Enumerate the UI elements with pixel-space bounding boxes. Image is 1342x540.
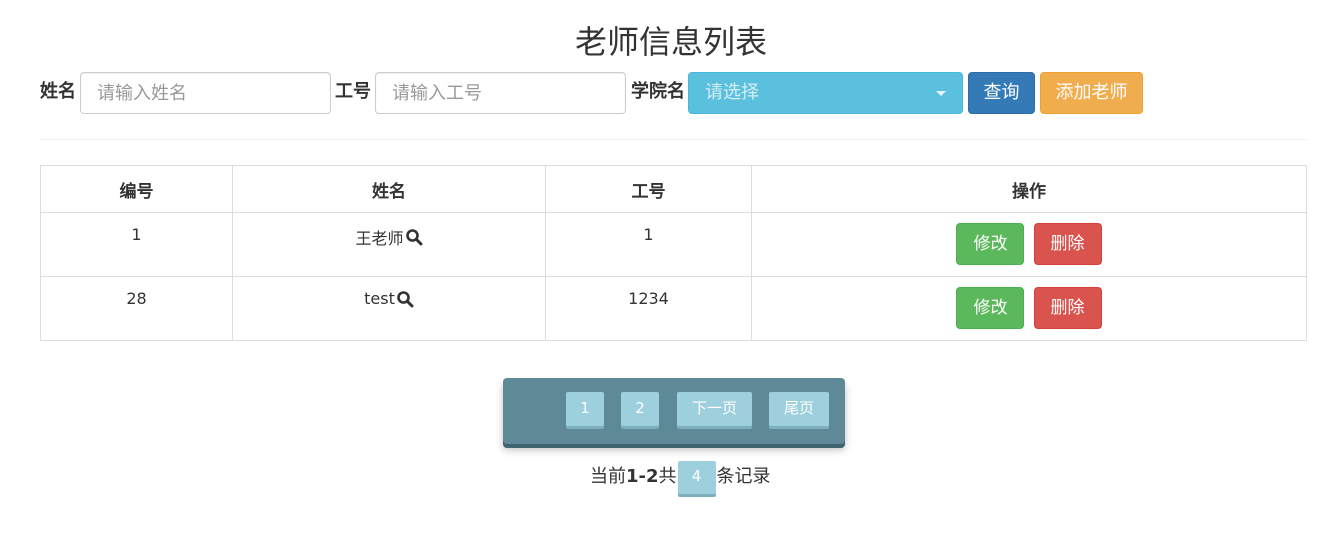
edit-button[interactable]: 修改 [956, 223, 1025, 265]
magnifier-icon[interactable] [405, 228, 423, 246]
teacher-name-link[interactable]: 王老师 [355, 225, 422, 249]
record-total-badge: 4 [677, 460, 716, 494]
search-bar: 姓名 工号 学院名 请选择 查询 添加老师 [40, 72, 1150, 114]
record-suffix: 条记录 [716, 466, 771, 487]
table-header-row: 编号 姓名 工号 操作 [40, 165, 1307, 213]
record-info: 当前 1-2 共 4 条记录 [590, 460, 771, 494]
divider [40, 139, 1307, 140]
teacher-table: 编号 姓名 工号 操作 1 王老师 1 修改 删除 28 test 1234 修… [40, 165, 1307, 341]
cell-actions: 修改 删除 [751, 276, 1307, 341]
record-prefix: 当前 [590, 466, 626, 487]
page-1-button[interactable]: 1 [566, 392, 604, 426]
table-row: 1 王老师 1 修改 删除 [40, 212, 1307, 277]
delete-button[interactable]: 删除 [1033, 223, 1102, 265]
next-page-button[interactable]: 下一页 [677, 392, 752, 426]
name-label: 姓名 [40, 81, 76, 102]
record-range: 1-2 [626, 466, 659, 487]
record-total-prefix: 共 [658, 466, 677, 487]
pagination: 1 2 下一页 尾页 [503, 378, 845, 444]
column-header-actions: 操作 [751, 165, 1307, 213]
edit-button[interactable]: 修改 [956, 287, 1025, 329]
magnifier-icon[interactable] [396, 290, 414, 308]
column-header-jobno: 工号 [545, 165, 752, 213]
college-select-value: 请选择 [705, 82, 759, 103]
name-search-input[interactable] [80, 72, 331, 114]
cell-jobno: 1 [545, 212, 752, 277]
table-row: 28 test 1234 修改 删除 [40, 276, 1307, 341]
cell-jobno: 1234 [545, 276, 752, 341]
teacher-name-link[interactable]: test [364, 289, 414, 308]
cell-actions: 修改 删除 [751, 212, 1307, 277]
jobno-label: 工号 [335, 81, 371, 102]
cell-id: 1 [40, 212, 233, 277]
column-header-name: 姓名 [232, 165, 546, 213]
last-page-button[interactable]: 尾页 [769, 392, 829, 426]
cell-id: 28 [40, 276, 233, 341]
teacher-name: test [364, 289, 395, 308]
cell-name: test [232, 276, 546, 341]
college-label: 学院名 [631, 81, 685, 102]
column-header-id: 编号 [40, 165, 233, 213]
query-button[interactable]: 查询 [968, 72, 1035, 114]
teacher-name: 王老师 [355, 229, 404, 248]
delete-button[interactable]: 删除 [1033, 287, 1102, 329]
caret-down-icon [936, 91, 946, 96]
page-title: 老师信息列表 [574, 23, 767, 61]
college-select[interactable]: 请选择 [688, 72, 963, 114]
jobno-search-input[interactable] [375, 72, 626, 114]
cell-name: 王老师 [232, 212, 546, 277]
page-2-button[interactable]: 2 [621, 392, 659, 426]
add-teacher-button[interactable]: 添加老师 [1040, 72, 1143, 114]
